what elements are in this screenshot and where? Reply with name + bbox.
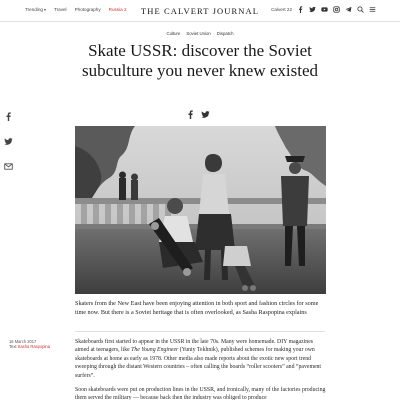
article-body: Skateboards first started to appear in t… [75,338,327,400]
twitter-icon[interactable] [4,133,13,151]
tag-dispatch[interactable]: Dispatch [217,31,234,36]
article-tags: Culture Soviet Union Dispatch [0,31,400,36]
body-paragraph: Skateboards first started to appear in t… [75,339,322,379]
top-bar: Trending▾ Travel Photography Russia 2 TH… [0,0,400,22]
telegram-icon[interactable] [344,5,352,13]
byline-label: Text [9,344,17,350]
hero-photo-image [75,126,326,294]
menu-icon[interactable] [368,5,376,13]
author-link[interactable]: Sasha Raspopina [18,344,50,349]
calvert22-link[interactable]: Calvert 22 [271,7,292,12]
youtube-icon[interactable] [320,5,328,13]
article-headline: Skate USSR: discover the Soviet subcultu… [81,41,319,80]
article-byline: Text Sasha Raspopina [9,344,50,349]
facebook-icon[interactable] [4,108,13,126]
body-paragraph: Soon skateboards were put on production … [75,387,326,400]
tag-culture[interactable]: Culture [167,31,181,36]
header-tools: Calvert 22 [271,5,376,13]
facebook-icon[interactable] [186,106,195,124]
tag-soviet-union[interactable]: Soviet Union [186,31,210,36]
instagram-icon[interactable] [332,5,340,13]
intro-divider [75,331,325,332]
search-icon[interactable] [356,5,364,13]
twitter-icon[interactable] [308,5,316,13]
article-intro: Skaters from the New East have been enjo… [75,300,319,316]
email-icon[interactable] [4,158,13,176]
share-rail [4,108,13,176]
hero-photo [75,126,326,294]
headline-share [186,106,210,124]
twitter-icon[interactable] [201,106,210,124]
header-divider [0,21,400,22]
article-meta: 16 March 2017 Text Sasha Raspopina [9,339,50,350]
facebook-icon[interactable] [296,5,304,13]
